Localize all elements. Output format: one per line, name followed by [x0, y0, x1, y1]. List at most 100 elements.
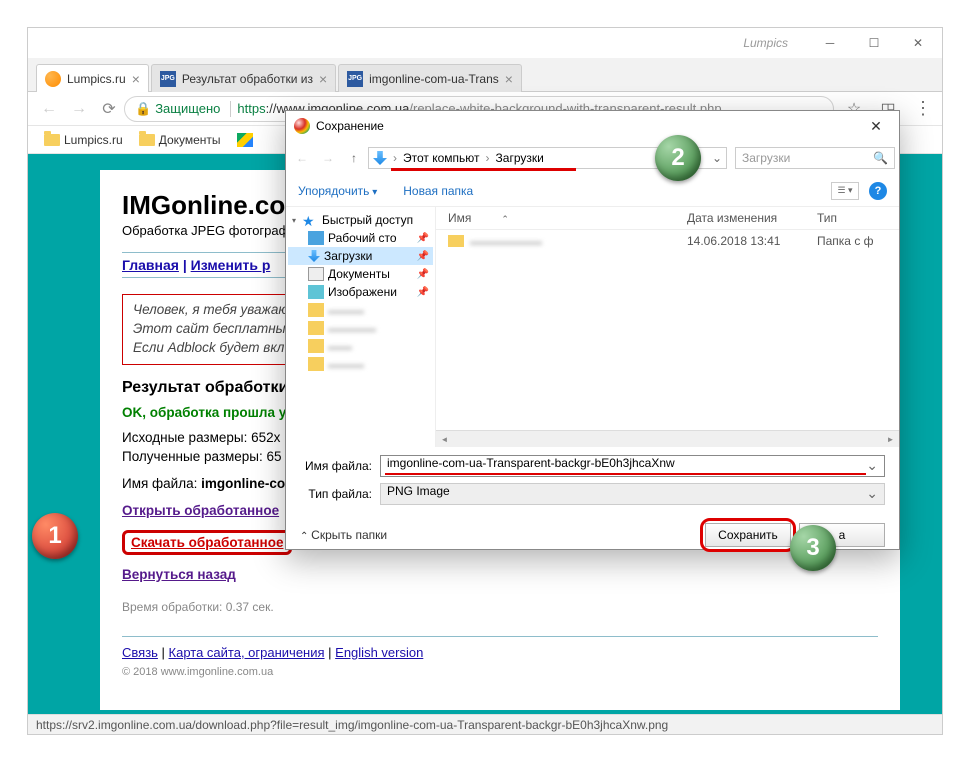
secure-badge: 🔒 Защищено [135, 101, 237, 117]
dlg-file-list: Имя⌃ Дата изменения Тип ▬▬▬▬▬▬ 14.06.201… [436, 207, 899, 447]
dialog-toolbar: Упорядочить Новая папка ☰ ▾ ? [286, 175, 899, 207]
horizontal-scrollbar[interactable] [436, 430, 899, 447]
favicon-icon: JPG [347, 71, 363, 87]
pin-icon: 📌 [417, 251, 429, 262]
annotation-underline [385, 473, 866, 475]
folder-icon [308, 339, 324, 353]
tree-folder[interactable]: ▬▬▬ [288, 355, 433, 373]
save-as-dialog: Сохранение ✕ ← → ↑ › Этот компьют › Загр… [285, 110, 900, 550]
filetype-select[interactable]: PNG Image [380, 483, 885, 505]
pin-icon: 📌 [417, 269, 429, 280]
favicon-icon: JPG [160, 71, 176, 87]
tab-close-icon[interactable]: × [319, 72, 327, 86]
downloads-icon [308, 250, 320, 262]
browser-status-bar: https://srv2.imgonline.com.ua/download.p… [28, 714, 942, 734]
tree-folder[interactable]: ▬▬ [288, 337, 433, 355]
tab-title: Результат обработки из [182, 72, 313, 86]
tab-close-icon[interactable]: × [132, 72, 140, 86]
copyright: © 2018 www.imgonline.com.ua [122, 666, 878, 678]
annotation-badge-3: 3 [790, 525, 836, 571]
organize-button[interactable]: Упорядочить [298, 184, 377, 198]
folder-icon [44, 134, 60, 146]
bookmark-item[interactable]: Документы [135, 131, 225, 149]
pin-icon: 📌 [417, 287, 429, 298]
dlg-up-button[interactable]: ↑ [342, 146, 366, 170]
status-url: https://srv2.imgonline.com.ua/download.p… [36, 718, 668, 732]
open-processed-link[interactable]: Открыть обработанное [122, 503, 279, 518]
nav-reload-button[interactable]: ⟳ [94, 95, 124, 123]
tree-downloads[interactable]: Загрузки📌 [288, 247, 433, 265]
bookmark-item[interactable]: Lumpics.ru [40, 131, 127, 149]
window-maximize-button[interactable]: ☐ [852, 29, 896, 57]
dialog-titlebar: Сохранение ✕ [286, 111, 899, 141]
nav-back-button[interactable]: ← [34, 95, 64, 123]
footer-contact-link[interactable]: Связь [122, 645, 158, 660]
footer-sitemap-link[interactable]: Карта сайта, ограничения [169, 645, 325, 660]
window-minimize-button[interactable]: ─ [808, 29, 852, 57]
browser-tab[interactable]: Lumpics.ru × [36, 64, 149, 92]
tree-images[interactable]: Изображени📌 [288, 283, 433, 301]
dlg-sidebar-tree: ★Быстрый доступ Рабочий сто📌 Загрузки📌 Д… [286, 207, 436, 447]
tree-folder[interactable]: ▬▬▬ [288, 301, 433, 319]
annotation-badge-1: 1 [32, 513, 78, 559]
new-folder-button[interactable]: Новая папка [403, 184, 473, 198]
browser-tab-bar: Lumpics.ru × JPG Результат обработки из … [28, 58, 942, 92]
hide-folders-toggle[interactable]: Скрыть папки [300, 528, 387, 542]
search-icon: 🔍 [873, 151, 888, 165]
dlg-back-button[interactable]: ← [290, 146, 314, 170]
google-drive-icon [237, 133, 253, 147]
view-mode-button[interactable]: ☰ ▾ [831, 182, 859, 200]
chrome-icon [294, 118, 310, 134]
help-button[interactable]: ? [869, 182, 887, 200]
filename-input[interactable]: imgonline-com-ua-Transparent-backgr-bE0h… [380, 455, 885, 477]
file-list-header[interactable]: Имя⌃ Дата изменения Тип [436, 207, 899, 230]
footer-english-link[interactable]: English version [335, 645, 423, 660]
sort-arrow-icon: ⌃ [501, 214, 509, 224]
tree-desktop[interactable]: Рабочий сто📌 [288, 229, 433, 247]
nav-forward-button[interactable]: → [64, 95, 94, 123]
bookmark-item[interactable] [233, 131, 257, 149]
filetype-label: Тип файла: [300, 487, 380, 501]
dialog-nav-bar: ← → ↑ › Этот компьют › Загрузки ⌄ Загруз… [286, 141, 899, 175]
tab-title: imgonline-com-ua-Trans [369, 72, 499, 86]
downloads-icon [373, 151, 387, 165]
window-titlebar: Lumpics ─ ☐ ✕ [28, 28, 942, 58]
folder-icon [448, 235, 464, 247]
star-icon: ★ [302, 213, 318, 227]
save-button[interactable]: Сохранить [705, 523, 791, 547]
documents-icon [308, 267, 324, 281]
images-icon [308, 285, 324, 299]
folder-icon [308, 303, 324, 317]
tab-close-icon[interactable]: × [505, 72, 513, 86]
download-processed-link[interactable]: Скачать обработанное [131, 535, 283, 550]
browser-tab[interactable]: JPG imgonline-com-ua-Trans × [338, 64, 522, 92]
footer-links: Связь | Карта сайта, ограничения | Engli… [122, 645, 878, 660]
window-title: Lumpics [30, 36, 808, 50]
tree-folder[interactable]: ▬▬▬▬ [288, 319, 433, 337]
go-back-link[interactable]: Вернуться назад [122, 567, 236, 582]
dialog-title: Сохранение [316, 119, 384, 133]
lock-icon: 🔒 [135, 101, 151, 117]
browser-tab[interactable]: JPG Результат обработки из × [151, 64, 336, 92]
processing-time: Время обработки: 0.37 сек. [122, 600, 878, 614]
desktop-icon [308, 231, 324, 245]
chrome-menu-button[interactable]: ⋮ [908, 96, 936, 122]
folder-icon [308, 321, 324, 335]
tree-documents[interactable]: Документы📌 [288, 265, 433, 283]
dialog-close-button[interactable]: ✕ [861, 118, 891, 135]
folder-icon [139, 134, 155, 146]
nav-link-resize[interactable]: Изменить р [191, 257, 271, 273]
favicon-icon [45, 71, 61, 87]
window-close-button[interactable]: ✕ [896, 29, 940, 57]
filename-label: Имя файла: [300, 459, 380, 473]
file-row[interactable]: ▬▬▬▬▬▬ 14.06.2018 13:41 Папка с ф [436, 230, 899, 252]
dlg-search-field[interactable]: Загрузки 🔍 [735, 147, 895, 169]
folder-icon [308, 357, 324, 371]
tab-title: Lumpics.ru [67, 72, 126, 86]
dlg-forward-button[interactable]: → [316, 146, 340, 170]
pin-icon: 📌 [417, 233, 429, 244]
annotation-underline [391, 168, 576, 171]
annotation-badge-2: 2 [655, 135, 701, 181]
nav-link-main[interactable]: Главная [122, 257, 179, 273]
tree-quick-access[interactable]: ★Быстрый доступ [288, 211, 433, 229]
